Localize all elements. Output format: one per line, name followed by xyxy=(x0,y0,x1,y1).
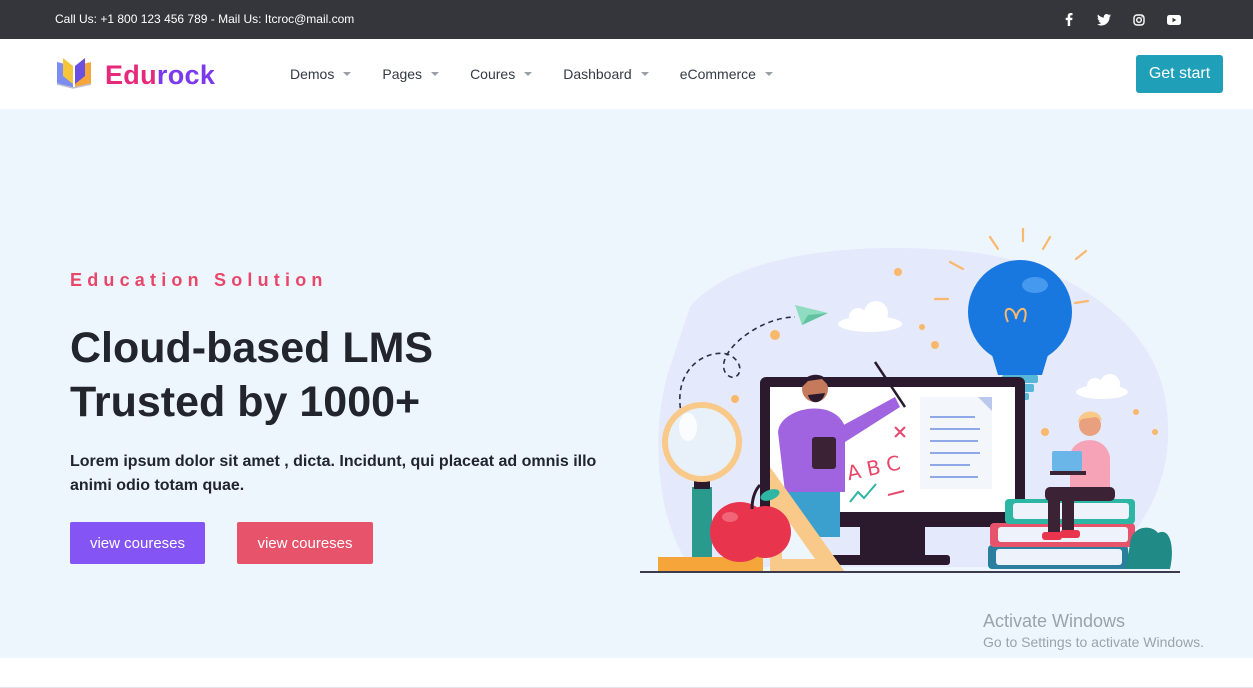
nav-label: Demos xyxy=(290,66,335,82)
hero-title: Cloud-based LMS Trusted by 1000+ xyxy=(70,321,590,429)
watermark-title: Activate Windows xyxy=(983,611,1126,631)
get-start-button[interactable]: Get start xyxy=(1136,55,1223,93)
chevron-down-icon xyxy=(343,72,352,76)
main-nav: Demos Pages Coures Dashboard eCommerce xyxy=(290,66,773,82)
chevron-down-icon xyxy=(764,72,773,76)
hero-title-line2: Trusted by 1000+ xyxy=(70,378,421,426)
nav-item-demos[interactable]: Demos xyxy=(290,66,352,82)
twitter-icon[interactable] xyxy=(1096,12,1111,27)
nav-item-dashboard[interactable]: Dashboard xyxy=(563,66,649,82)
hero-illustration: A B C xyxy=(640,227,1180,573)
view-courses-button-secondary[interactable]: view coureses xyxy=(237,522,373,564)
nav-item-pages[interactable]: Pages xyxy=(382,66,440,82)
logo-text: Edurock xyxy=(105,60,215,91)
nav-label: Coures xyxy=(470,66,516,82)
logo-text-rock: rock xyxy=(156,60,216,90)
open-book-icon xyxy=(55,56,93,95)
hero-section: Education Solution Cloud-based LMS Trust… xyxy=(0,109,1253,658)
nav-item-coures[interactable]: Coures xyxy=(470,66,533,82)
chevron-down-icon xyxy=(640,72,649,76)
main-header: Edurock Demos Pages Coures Dashboard eCo… xyxy=(0,39,1253,109)
nav-label: Dashboard xyxy=(563,66,632,82)
youtube-icon[interactable] xyxy=(1166,12,1181,27)
top-bar: Call Us: +1 800 123 456 789 - Mail Us: I… xyxy=(0,0,1253,39)
social-links xyxy=(1061,12,1181,27)
logo-text-edu: Edu xyxy=(105,60,157,90)
next-section-edge xyxy=(0,658,1253,688)
chevron-down-icon xyxy=(524,72,533,76)
nav-label: Pages xyxy=(382,66,423,82)
watermark-subtitle: Go to Settings to activate Windows. xyxy=(983,634,1204,650)
hero-eyebrow: Education Solution xyxy=(70,270,328,290)
hero-title-line1: Cloud-based LMS xyxy=(70,324,434,372)
nav-item-ecommerce[interactable]: eCommerce xyxy=(680,66,773,82)
hero-description: Lorem ipsum dolor sit amet , dicta. Inci… xyxy=(70,453,597,494)
contact-info: Call Us: +1 800 123 456 789 - Mail Us: I… xyxy=(55,12,355,26)
windows-activation-watermark: Activate Windows Go to Settings to activ… xyxy=(983,611,1204,650)
view-courses-button-primary[interactable]: view coureses xyxy=(70,522,205,564)
nav-label: eCommerce xyxy=(679,66,756,82)
chevron-down-icon xyxy=(431,72,440,76)
site-logo[interactable]: Edurock xyxy=(55,56,215,95)
instagram-icon[interactable] xyxy=(1131,12,1146,27)
facebook-icon[interactable] xyxy=(1061,12,1076,27)
